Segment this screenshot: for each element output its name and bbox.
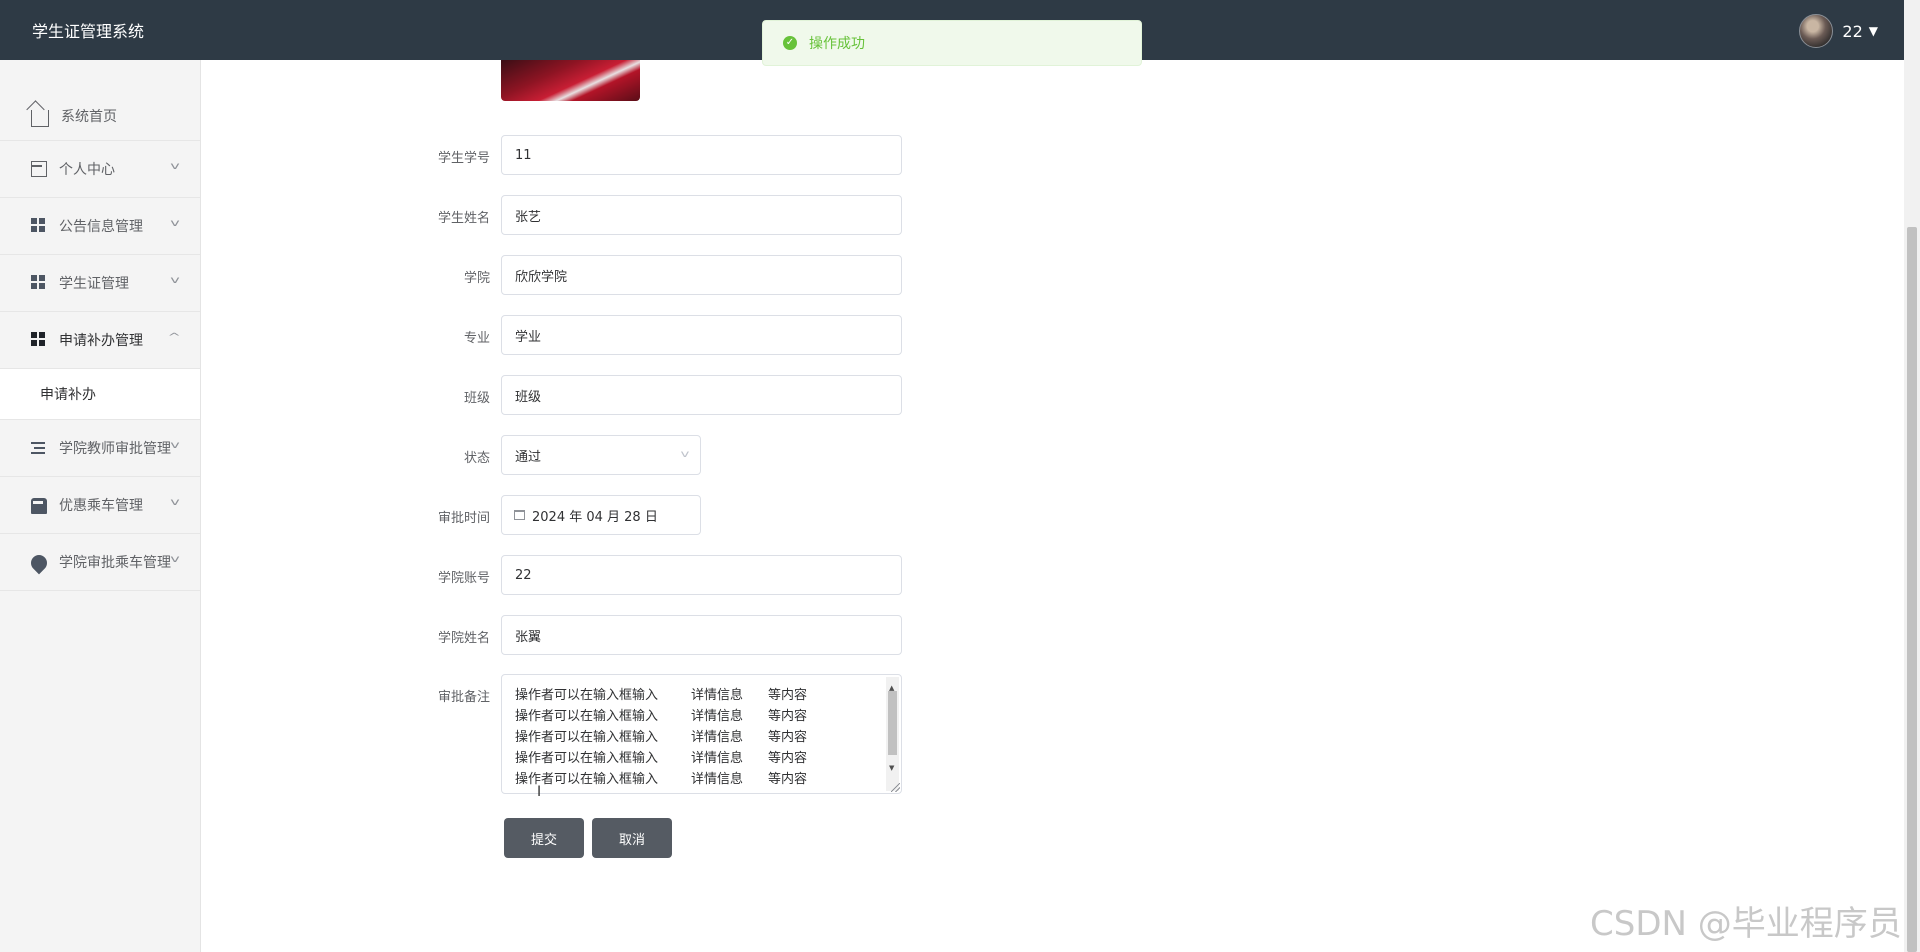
- sidebar-item-label: 优惠乘车管理: [59, 498, 143, 514]
- major-input[interactable]: 学业: [501, 315, 902, 355]
- calendar-icon: [514, 510, 525, 520]
- home-icon: [31, 109, 49, 127]
- college-name-input[interactable]: 张翼: [501, 615, 902, 655]
- sidebar-item-reissue[interactable]: 申请补办管理 ^: [0, 312, 200, 369]
- approve-time-value: 2024 年 04 月 28 日: [532, 509, 658, 525]
- college-account-input[interactable]: 22: [501, 555, 902, 595]
- college-input[interactable]: 欣欣学院: [501, 255, 902, 295]
- submit-button[interactable]: 提交: [504, 818, 584, 858]
- sidebar-item-student-cards[interactable]: 学生证管理 v: [0, 255, 200, 312]
- sidebar-item-label: 学院教师审批管理: [59, 441, 171, 457]
- sidebar-item-label: 公告信息管理: [59, 219, 143, 235]
- success-check-icon: ✓: [783, 36, 797, 50]
- page-scrollbar[interactable]: [1904, 0, 1920, 952]
- chevron-down-icon: v: [680, 449, 690, 460]
- text-cursor-icon: I: [537, 784, 542, 800]
- remark-line: 操作者可以在输入框输入 详情信息 等内容: [515, 709, 808, 724]
- chevron-down-icon: v: [170, 218, 180, 229]
- sidebar-item-label: 个人中心: [59, 162, 115, 178]
- scroll-down-icon[interactable]: ▼: [889, 758, 894, 779]
- remark-line: 操作者可以在输入框输入 详情信息 等内容: [515, 730, 808, 745]
- college-name-label: 学院姓名: [437, 631, 490, 646]
- remark-line: 操作者可以在输入框输入 详情信息 等内容: [515, 772, 808, 787]
- chevron-down-icon: v: [170, 554, 180, 565]
- grid-icon: [31, 275, 47, 291]
- main-content: 学生学号 11 学生姓名 张艺 学院 欣欣学院 专业 学业 班级 班级 状态 通…: [201, 60, 1901, 952]
- avatar[interactable]: [1799, 14, 1834, 48]
- caret-down-icon[interactable]: ▼: [1869, 24, 1878, 38]
- approve-time-label: 审批时间: [437, 511, 490, 526]
- class-input[interactable]: 班级: [501, 375, 902, 415]
- sidebar-item-notices[interactable]: 公告信息管理 v: [0, 198, 200, 255]
- sidebar-item-label: 系统首页: [61, 108, 117, 125]
- watermark: CSDN @毕业程序员: [1590, 904, 1902, 944]
- sidebar-subitem-label: 申请补办: [40, 387, 96, 403]
- approve-time-picker[interactable]: 2024 年 04 月 28 日: [501, 495, 701, 535]
- sidebar-item-profile[interactable]: 个人中心 v: [0, 141, 200, 198]
- college-label: 学院: [463, 271, 490, 286]
- student-no-input[interactable]: 11: [501, 135, 902, 175]
- remark-line: 操作者可以在输入框输入 详情信息 等内容: [515, 751, 808, 766]
- student-name-label: 学生姓名: [437, 211, 490, 226]
- cancel-button[interactable]: 取消: [592, 818, 672, 858]
- card-icon: [31, 161, 47, 177]
- student-photo: [501, 60, 640, 101]
- scrollbar-thumb[interactable]: [888, 691, 897, 755]
- grid-icon: [31, 332, 47, 348]
- chevron-down-icon: v: [170, 275, 180, 286]
- sidebar: 系统首页 个人中心 v 公告信息管理 v 学生证管理 v 申请补办管理 ^ 申请…: [0, 60, 201, 952]
- status-label: 状态: [463, 451, 490, 466]
- bus-icon: [31, 498, 47, 514]
- status-select[interactable]: 通过 v: [501, 435, 701, 475]
- student-no-label: 学生学号: [437, 151, 490, 166]
- sidebar-subitem-reissue-apply[interactable]: 申请补办: [0, 369, 200, 420]
- pin-icon: [27, 551, 51, 574]
- remark-textarea[interactable]: 操作者可以在输入框输入 详情信息 等内容 操作者可以在输入框输入 详情信息 等内容 操作…: [501, 674, 902, 794]
- sidebar-item-label: 学院审批乘车管理: [59, 555, 171, 571]
- sidebar-item-label: 申请补办管理: [59, 333, 143, 349]
- toast-message: 操作成功: [809, 36, 865, 52]
- resize-grip-icon[interactable]: [891, 783, 900, 792]
- chevron-up-icon: ^: [167, 332, 181, 343]
- major-label: 专业: [463, 331, 490, 346]
- sidebar-item-home[interactable]: 系统首页: [0, 91, 200, 141]
- grid-icon: [31, 218, 47, 234]
- sidebar-item-ride-approval[interactable]: 学院审批乘车管理 v: [0, 534, 200, 591]
- user-name[interactable]: 22: [1842, 22, 1862, 41]
- list-icon: [31, 440, 47, 456]
- textarea-scrollbar[interactable]: ▲ ▼: [886, 677, 899, 791]
- college-account-label: 学院账号: [437, 571, 490, 586]
- remark-line: 操作者可以在输入框输入 详情信息 等内容: [515, 688, 808, 703]
- sidebar-item-discount-ride[interactable]: 优惠乘车管理 v: [0, 477, 200, 534]
- chevron-down-icon: v: [170, 440, 180, 451]
- chevron-down-icon: v: [170, 497, 180, 508]
- user-menu[interactable]: 22 ▼: [1799, 14, 1878, 48]
- class-label: 班级: [463, 391, 490, 406]
- status-value: 通过: [515, 449, 542, 465]
- page-scrollbar-thumb[interactable]: [1907, 227, 1917, 952]
- sidebar-item-label: 学生证管理: [59, 276, 129, 292]
- sidebar-item-teacher-approval[interactable]: 学院教师审批管理 v: [0, 420, 200, 477]
- student-name-input[interactable]: 张艺: [501, 195, 902, 235]
- remark-label: 审批备注: [437, 690, 490, 705]
- chevron-down-icon: v: [170, 161, 180, 172]
- app-title: 学生证管理系统: [32, 22, 145, 41]
